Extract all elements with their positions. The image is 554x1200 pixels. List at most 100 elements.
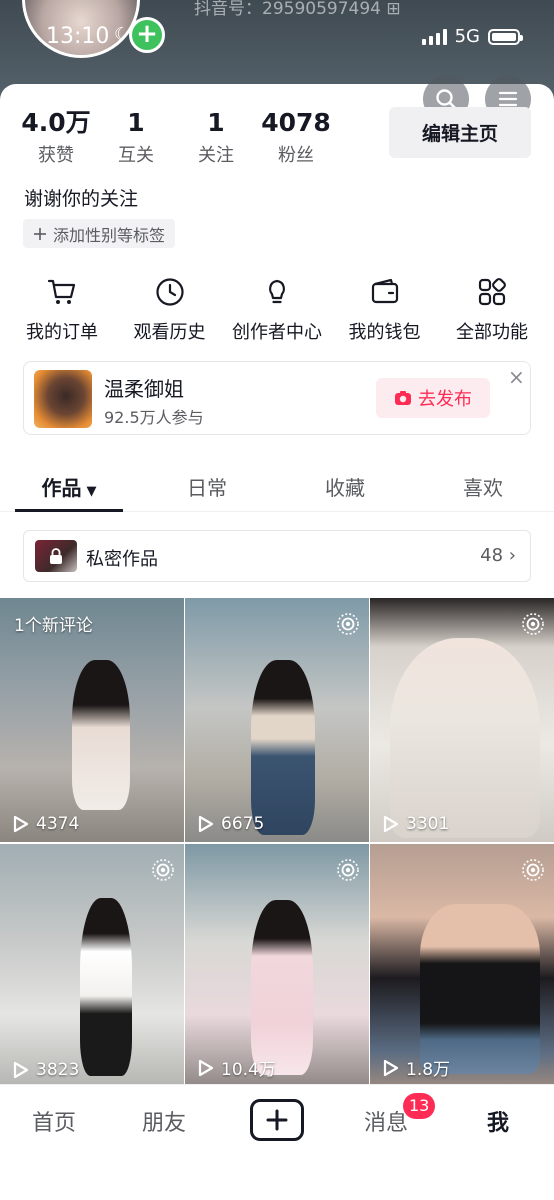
lightbulb-icon	[269, 279, 285, 304]
play-count: 1.8万	[380, 1055, 450, 1080]
add-tag-label: 添加性别等标签	[53, 225, 166, 245]
content-tabs: 作品 ▼ 日常 收藏 喜欢	[0, 460, 554, 512]
publish-label: 去发布	[418, 389, 472, 410]
video-thumbnail[interactable]: 3823	[0, 844, 184, 1088]
quick-action-history[interactable]: 观看历史	[118, 276, 222, 344]
quick-action-orders[interactable]: 我的订单	[10, 276, 114, 344]
promo-participants: 92.5万人参与	[104, 408, 204, 427]
battery-icon	[488, 28, 523, 45]
play-count-value: 3301	[406, 814, 450, 834]
camera-icon	[395, 391, 411, 405]
video-thumbnail[interactable]: 3301	[370, 598, 554, 842]
stat-label: 获赞	[38, 145, 74, 166]
live-icon	[337, 859, 359, 881]
profile-bio: 谢谢你的关注	[24, 188, 139, 210]
bottom-nav: 首页 朋友 消息 13 我	[0, 1084, 554, 1200]
live-icon	[522, 613, 544, 635]
quick-action-creator-center[interactable]: 创作者中心	[225, 276, 329, 344]
douyin-id: 抖音号：29590597494 ⊞	[194, 0, 401, 19]
tab-label: 作品	[41, 476, 82, 500]
play-count-value: 3823	[36, 1060, 80, 1080]
play-count: 6675	[195, 814, 264, 834]
video-thumbnail[interactable]: 1个新评论 4374	[0, 598, 184, 842]
plus-icon	[34, 227, 46, 240]
nav-friends[interactable]: 朋友	[142, 1105, 186, 1137]
stat-following[interactable]: 1 关注	[176, 108, 256, 167]
quick-action-label: 我的订单	[26, 322, 98, 343]
play-count: 4374	[10, 814, 79, 834]
quick-action-wallet[interactable]: 我的钱包	[333, 276, 437, 344]
avatar-add-button[interactable]: +	[129, 17, 165, 53]
promo-thumbnail	[34, 370, 92, 428]
play-icon	[13, 1061, 29, 1079]
quick-actions: 我的订单 观看历史 创作者中心 我的钱包 全部功能	[10, 276, 544, 344]
stat-value: 1	[127, 108, 145, 137]
promo-title: 温柔御姐	[104, 377, 184, 401]
play-icon	[13, 815, 29, 833]
video-thumbnail[interactable]: 10.4万	[185, 844, 369, 1088]
status-time: 13:10	[46, 24, 110, 49]
stat-label: 互关	[118, 145, 154, 166]
stat-value: 1	[207, 108, 225, 137]
play-icon	[198, 815, 214, 833]
quick-action-label: 全部功能	[456, 322, 528, 343]
play-count-value: 6675	[221, 814, 265, 834]
quick-action-label: 我的钱包	[348, 322, 421, 343]
play-count-value: 4374	[36, 814, 80, 834]
cart-icon	[47, 279, 76, 304]
video-grid: 1个新评论 4374 6675 3301 3823 10.4万 1.8万	[0, 598, 554, 1088]
tab-label: 收藏	[325, 476, 365, 500]
play-count: 3823	[10, 1060, 79, 1080]
stat-likes[interactable]: 4.0万 获赞	[16, 108, 96, 167]
play-icon	[383, 1059, 399, 1076]
quick-action-all-features[interactable]: 全部功能	[440, 276, 544, 344]
video-thumbnail[interactable]: 1.8万	[370, 844, 554, 1088]
network-label: 5G	[454, 26, 480, 47]
tab-label: 喜欢	[463, 476, 503, 500]
play-count: 10.4万	[195, 1055, 276, 1080]
live-icon	[522, 859, 544, 881]
tab-favorites[interactable]: 收藏	[276, 460, 414, 511]
status-indicators: 5G	[421, 26, 523, 47]
stat-followers[interactable]: 4078 粉丝	[256, 108, 336, 167]
tab-daily[interactable]: 日常	[138, 460, 276, 511]
play-count-value: 10.4万	[221, 1060, 276, 1080]
tab-works[interactable]: 作品 ▼	[0, 460, 138, 512]
stat-mutual[interactable]: 1 互关	[96, 108, 176, 167]
video-thumbnail[interactable]: 6675	[185, 598, 369, 842]
quick-action-label: 观看历史	[133, 322, 206, 343]
private-works-label: 私密作品	[86, 549, 158, 570]
signal-icon	[421, 28, 447, 45]
caret-down-icon: ▼	[86, 484, 97, 499]
messages-unread-badge: 13	[403, 1093, 436, 1119]
new-comment-badge: 1个新评论	[14, 616, 93, 636]
stat-label: 关注	[198, 145, 234, 166]
nav-me[interactable]: 我	[487, 1105, 509, 1137]
tab-likes[interactable]: 喜欢	[414, 460, 552, 511]
wallet-icon	[371, 278, 398, 304]
promo-card[interactable]: 温柔御姐 92.5万人参与 去发布 ×	[23, 361, 531, 435]
private-works-count: 48 ›	[480, 545, 516, 566]
play-icon	[198, 1059, 214, 1076]
quick-action-label: 创作者中心	[232, 322, 322, 343]
private-works-row[interactable]: 私密作品 48 ›	[23, 530, 531, 582]
clock-icon	[155, 278, 184, 306]
play-icon	[383, 815, 399, 833]
stat-value: 4.0万	[21, 108, 91, 137]
profile-stats: 4.0万 获赞 1 互关 1 关注 4078 粉丝	[16, 108, 336, 167]
nav-messages[interactable]: 消息	[364, 1105, 408, 1137]
play-count: 3301	[380, 814, 449, 834]
play-count-value: 1.8万	[406, 1060, 451, 1080]
lock-icon	[50, 548, 62, 564]
moon-icon: ☾	[114, 24, 131, 45]
create-button[interactable]	[250, 1099, 304, 1141]
stat-value: 4078	[261, 108, 331, 137]
stat-label: 粉丝	[278, 145, 314, 166]
grid-icon	[478, 278, 506, 306]
add-tag-button[interactable]: 添加性别等标签	[23, 219, 176, 248]
edit-profile-button[interactable]: 编辑主页	[389, 107, 531, 158]
plus-icon	[266, 1109, 288, 1131]
publish-button[interactable]: 去发布	[376, 378, 490, 418]
nav-home[interactable]: 首页	[32, 1105, 76, 1137]
close-icon[interactable]: ×	[508, 365, 525, 389]
